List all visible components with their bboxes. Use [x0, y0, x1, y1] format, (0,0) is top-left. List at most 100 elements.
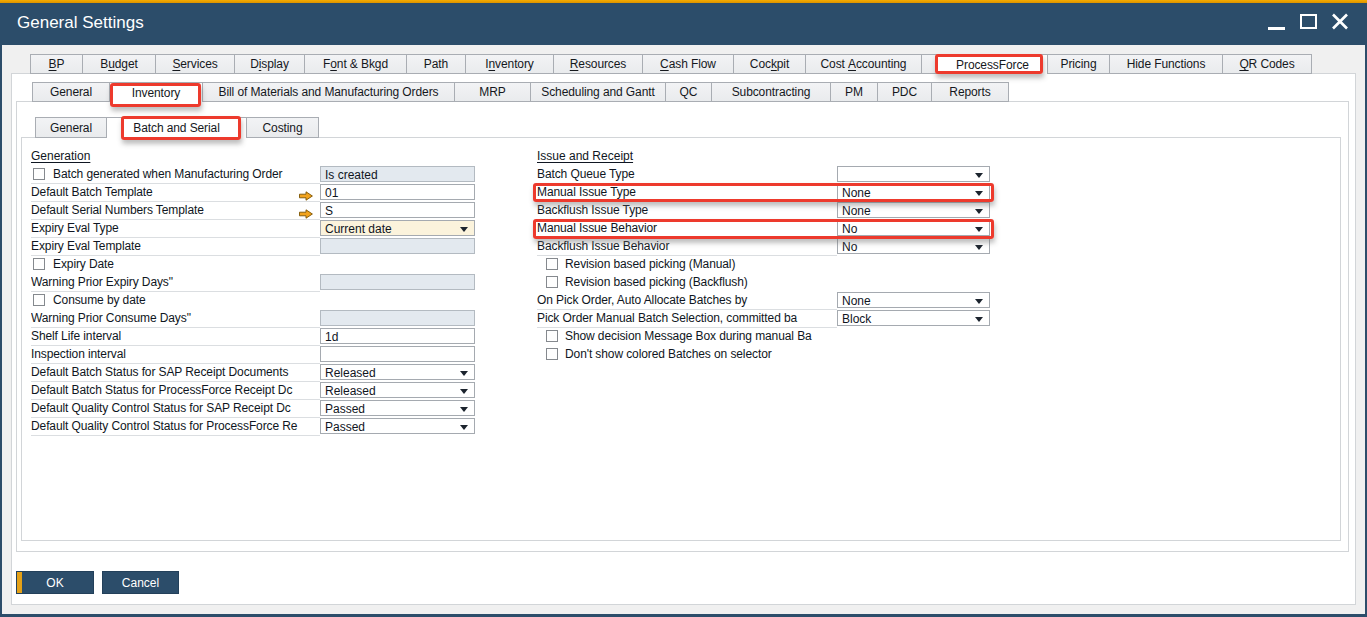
input-warning-prior-expiry-days[interactable] [320, 274, 475, 290]
combo-default-batch-status-for-sap-receipt-documents[interactable]: Released [320, 364, 475, 380]
input-shelf-life-interval[interactable]: 1d [320, 328, 475, 344]
tab-general-level3[interactable]: General [35, 117, 107, 138]
label-backflush-issue-behavior: Backflush Issue Behavior [537, 239, 836, 253]
tab-pdc-level2[interactable]: PDC [877, 82, 932, 102]
tab-path[interactable]: Path [406, 54, 466, 74]
combo-batch-queue-type[interactable] [837, 166, 990, 182]
value-pick-order-manual-batch-selection-committed-ba: Block [842, 312, 871, 326]
tab-bill-of-materials-and-manufacturing-orders-level2[interactable]: Bill of Materials and Manufacturing Orde… [202, 82, 455, 102]
row-separator [31, 183, 320, 184]
combo-pick-order-manual-batch-selection-committed-ba[interactable]: Block [837, 310, 990, 326]
label-batch-queue-type: Batch Queue Type [537, 167, 836, 181]
tab-pricing[interactable]: Pricing [1047, 54, 1110, 74]
row-separator [537, 219, 837, 220]
tab-qc-level2[interactable]: QC [665, 82, 712, 102]
dropdown-caret-icon [460, 371, 468, 376]
checkbox-show-decision-message-box-during-manual-ba[interactable] [546, 330, 558, 342]
row-separator [537, 237, 837, 238]
tab-hide-functions[interactable]: Hide Functions [1109, 54, 1223, 74]
tab-services[interactable]: Services [155, 54, 235, 74]
input-expiry-eval-template[interactable] [320, 238, 475, 254]
tab-costing-level3[interactable]: Costing [246, 117, 319, 138]
tab-inventory[interactable]: Inventory [465, 54, 554, 74]
checkbox-revision-based-picking-manual[interactable] [546, 258, 558, 270]
tab-budget[interactable]: Budget [82, 54, 156, 74]
row-separator [31, 219, 320, 220]
tab-scheduling-and-gantt-level2[interactable]: Scheduling and Gantt [530, 82, 666, 102]
combo-backflush-issue-type[interactable]: None [837, 202, 990, 218]
tab-subcontracting-level2[interactable]: Subcontracting [711, 82, 831, 102]
value-manual-issue-behavior: No [842, 222, 857, 236]
input-default-batch-template[interactable]: 01 [320, 184, 475, 200]
titlebar[interactable]: General Settings [0, 3, 1367, 45]
tabstrip-level3: GeneralBatch and SerialCosting [35, 117, 319, 138]
dropdown-caret-icon [460, 227, 468, 232]
general-settings-window: General Settings BPBudgetServicesDisplay… [0, 0, 1367, 617]
tab-cost-accounting[interactable]: Cost Accounting [805, 54, 922, 74]
combo-manual-issue-type[interactable]: None [837, 184, 990, 200]
value-backflush-issue-type: None [842, 204, 871, 218]
window-border-left [0, 45, 2, 617]
checkbox-expiry-date[interactable] [33, 258, 45, 270]
label-on-pick-order-auto-allocate-batches-by: On Pick Order, Auto Allocate Batches by [537, 293, 836, 307]
combo-default-quality-control-status-for-processforce-re[interactable]: Passed [320, 418, 475, 434]
tab-general-level2[interactable]: General [32, 82, 110, 102]
row-separator [31, 435, 320, 436]
label-expiry-eval-type: Expiry Eval Type [31, 221, 319, 235]
minimize-icon[interactable] [1268, 27, 1285, 30]
label-default-batch-status-for-processforce-receipt-dc: Default Batch Status for ProcessForce Re… [31, 383, 319, 397]
tab-batch-and-serial-level3[interactable]: Batch and Serial [106, 117, 247, 138]
cancel-button-label: Cancel [122, 576, 159, 590]
combo-backflush-issue-behavior[interactable]: No [837, 238, 990, 254]
dropdown-caret-icon [460, 389, 468, 394]
input-warning-prior-consume-days[interactable] [320, 310, 475, 326]
close-icon[interactable] [1331, 12, 1349, 30]
tab-cash-flow[interactable]: Cash Flow [642, 54, 734, 74]
dropdown-caret-icon [975, 191, 983, 196]
tab-bp[interactable]: BP [30, 54, 83, 74]
maximize-icon[interactable] [1300, 14, 1317, 29]
combo-on-pick-order-auto-allocate-batches-by[interactable]: None [837, 292, 990, 308]
tab-display[interactable]: Display [234, 54, 305, 74]
tab-reports-level2[interactable]: Reports [931, 82, 1009, 102]
tab-mrp-level2[interactable]: MRP [454, 82, 531, 102]
tab-resources[interactable]: Resources [553, 54, 643, 74]
dropdown-caret-icon [975, 173, 983, 178]
ok-button[interactable]: OK [16, 571, 94, 594]
value-default-batch-status-for-processforce-receipt-dc: Released [325, 384, 376, 398]
input-inspection-interval[interactable] [320, 346, 475, 362]
row-separator [537, 183, 837, 184]
tab-inventory-level2[interactable]: Inventory [109, 82, 203, 102]
label-manual-issue-behavior: Manual Issue Behavior [537, 221, 836, 235]
input-default-serial-numbers-template[interactable]: S [320, 202, 475, 218]
cancel-button[interactable]: Cancel [102, 571, 179, 594]
checkbox-consume-by-date[interactable] [33, 294, 45, 306]
link-arrow-icon[interactable] [299, 205, 313, 215]
checkbox-batch-generated-when-manufacturing-order[interactable] [33, 168, 45, 180]
row-separator [31, 399, 320, 400]
combo-default-quality-control-status-for-sap-receipt-dc[interactable]: Passed [320, 400, 475, 416]
tab-cockpit[interactable]: Cockpit [733, 54, 806, 74]
checkbox-don-t-show-colored-batches-on-selector[interactable] [546, 348, 558, 360]
section-header-generation: Generation [31, 149, 90, 163]
label-default-batch-template: Default Batch Template [31, 185, 319, 199]
combo-expiry-eval-type[interactable]: Current date [320, 220, 475, 236]
row-separator [31, 345, 320, 346]
input-batch-generated-when-manufacturing-order[interactable]: Is created [320, 166, 475, 182]
link-arrow-icon[interactable] [299, 187, 313, 197]
tab-pm-level2[interactable]: PM [830, 82, 878, 102]
combo-default-batch-status-for-processforce-receipt-dc[interactable]: Released [320, 382, 475, 398]
row-separator [31, 237, 320, 238]
checkbox-revision-based-picking-backflush[interactable] [546, 276, 558, 288]
row-separator [31, 417, 320, 418]
tabstrip-spacer [921, 54, 938, 74]
combo-manual-issue-behavior[interactable]: No [837, 220, 990, 236]
label-default-batch-status-for-sap-receipt-documents: Default Batch Status for SAP Receipt Doc… [31, 365, 319, 379]
tab-font-bkgd[interactable]: Font & Bkgd [304, 54, 407, 74]
label-manual-issue-type: Manual Issue Type [537, 185, 836, 199]
tab-qr-codes[interactable]: QR Codes [1222, 54, 1312, 74]
label-revision-based-picking-manual: Revision based picking (Manual) [565, 257, 836, 271]
value-default-batch-status-for-sap-receipt-documents: Released [325, 366, 376, 380]
section-header-issue-and-receipt: Issue and Receipt [537, 149, 633, 163]
tab-processforce[interactable]: ProcessForce [937, 54, 1048, 74]
